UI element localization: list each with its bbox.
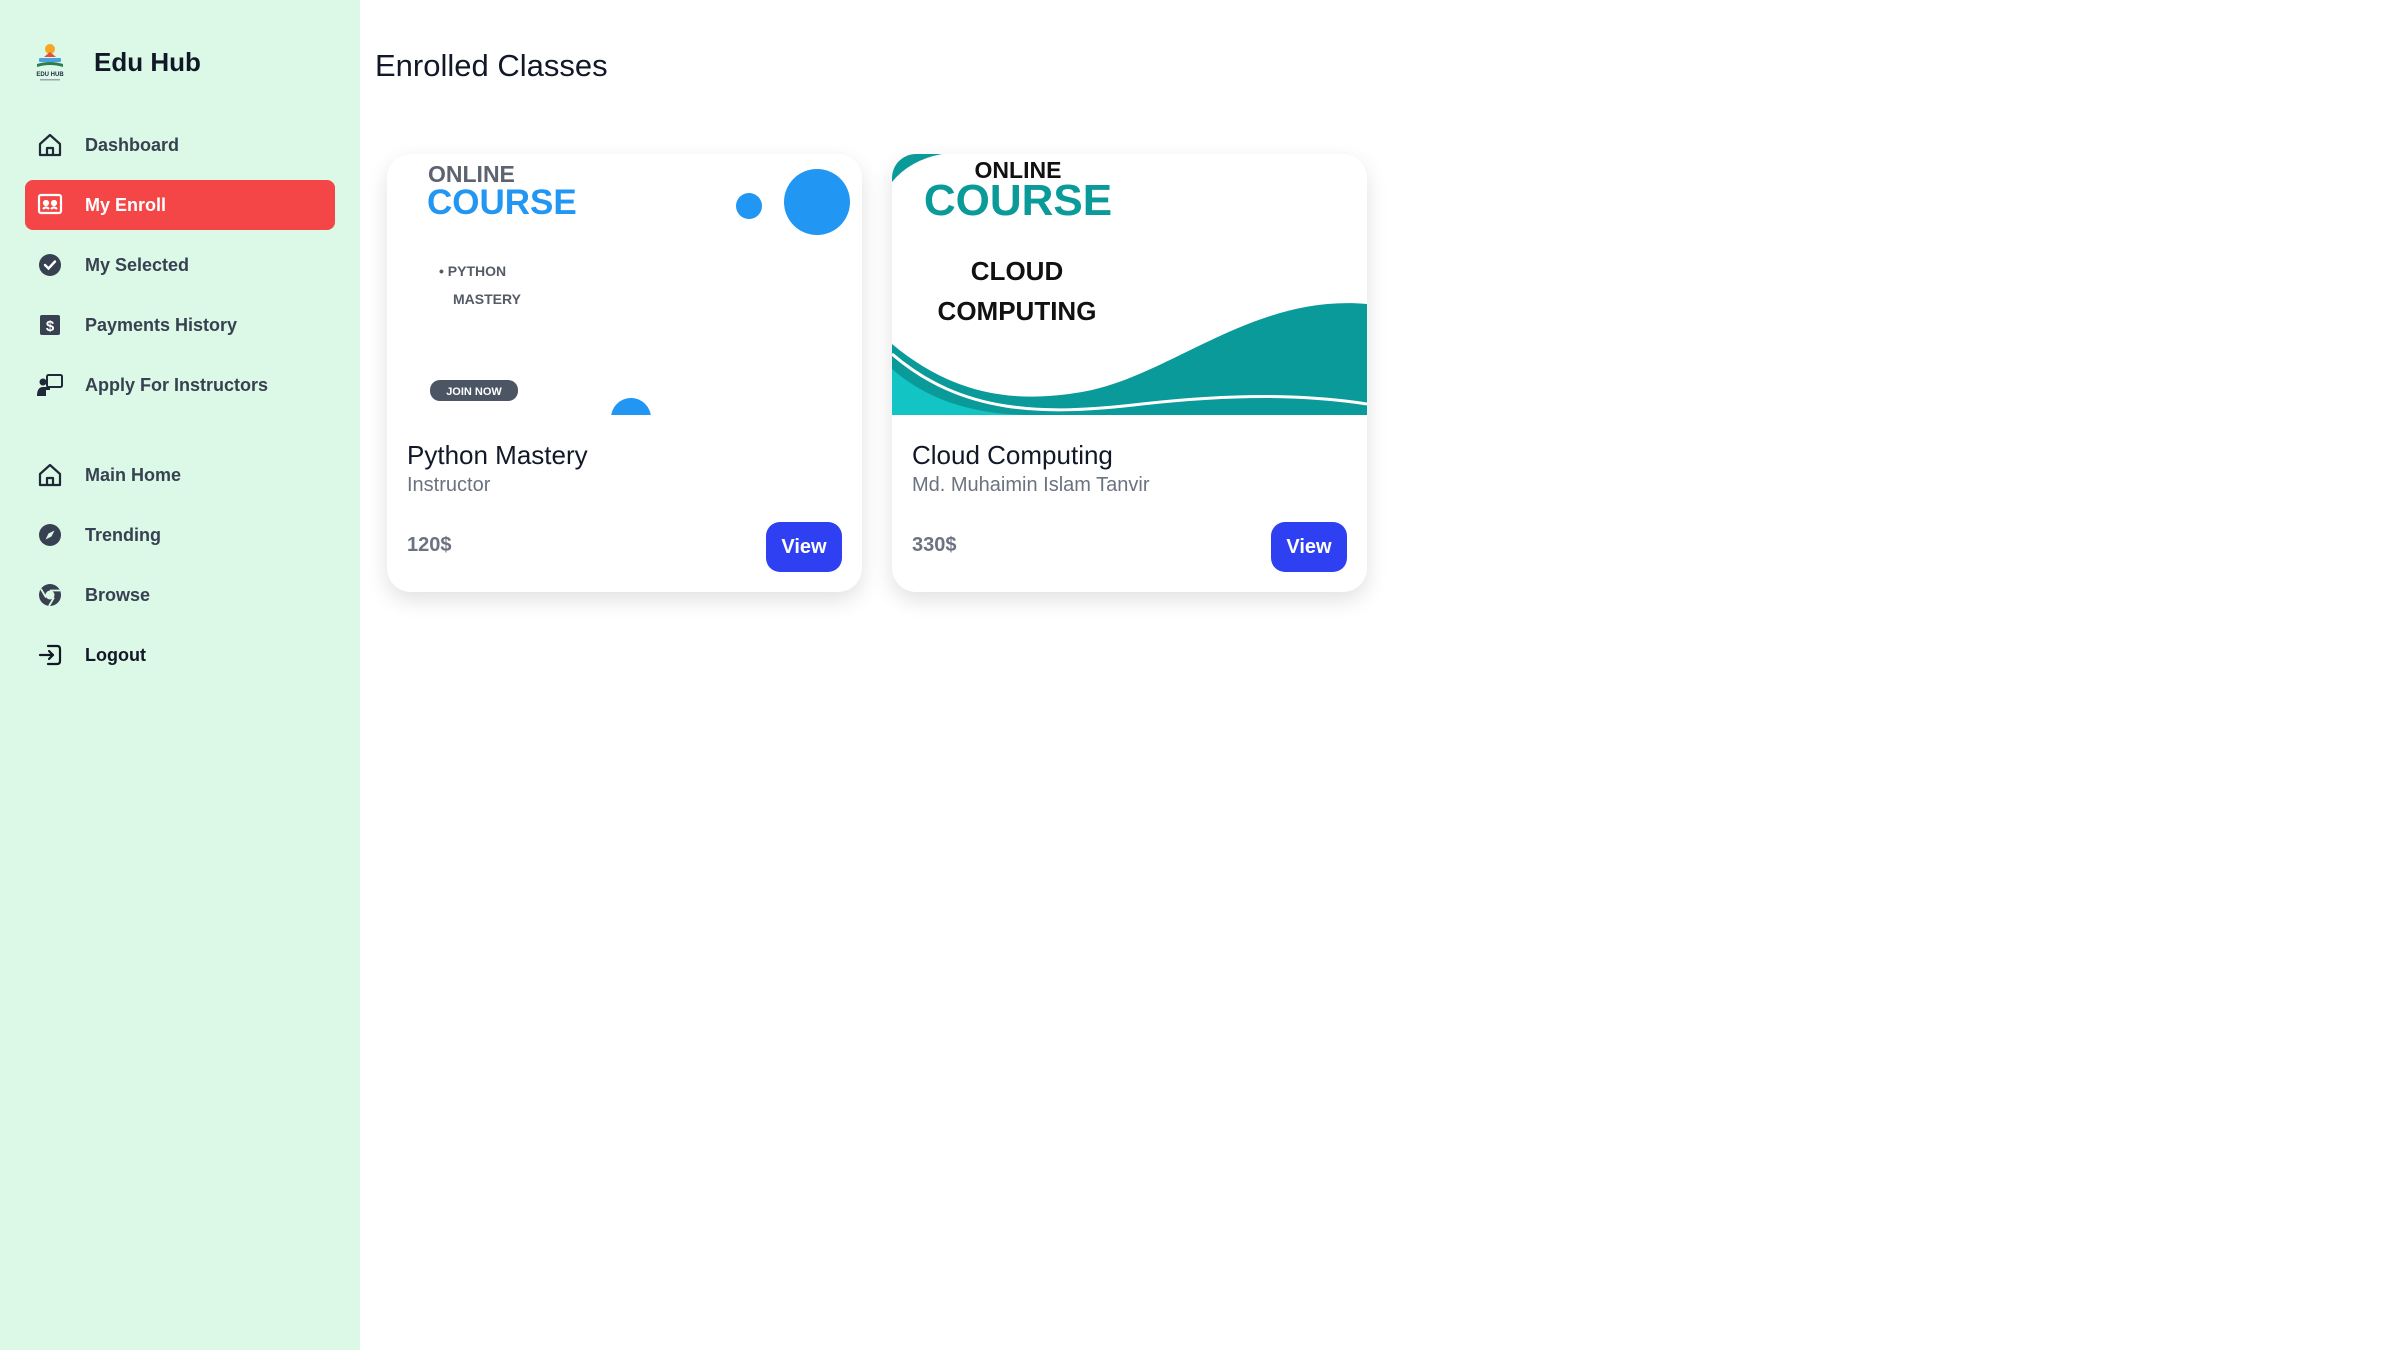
edu-hub-logo: EDU HUB	[36, 44, 64, 81]
compass-icon	[35, 520, 65, 550]
nav-label: My Selected	[85, 254, 190, 275]
primary-nav: Dashboard My Enroll My Selected $ Paymen…	[25, 120, 335, 420]
home-icon	[35, 460, 65, 490]
check-circle-icon	[35, 250, 65, 280]
course-instructor: Instructor	[407, 474, 491, 496]
svg-text:MASTERY: MASTERY	[453, 291, 522, 307]
view-button[interactable]: View	[766, 522, 842, 572]
nav-label: Dashboard	[85, 134, 180, 155]
svg-text:• PYTHON: • PYTHON	[439, 263, 506, 279]
nav-item-browse[interactable]: Browse	[25, 570, 335, 620]
presenter-icon	[35, 370, 65, 400]
dollar-icon: $	[35, 310, 65, 340]
course-title: Cloud Computing	[912, 440, 1113, 470]
course-instructor: Md. Muhaimin Islam Tanvir	[912, 474, 1150, 496]
view-button[interactable]: View	[1271, 522, 1347, 572]
svg-text:JOIN NOW: JOIN NOW	[446, 386, 502, 398]
course-title: Python Mastery	[407, 440, 588, 470]
chrome-icon	[35, 580, 65, 610]
svg-text:COURSE: COURSE	[427, 183, 577, 222]
sidebar: EDU HUB Edu Hub Dashboard My Enroll My S…	[0, 0, 360, 1350]
nav-label: Apply For Instructors	[85, 374, 269, 395]
enroll-icon	[35, 190, 65, 220]
course-price: 120$	[407, 534, 452, 556]
nav-label: Browse	[85, 584, 151, 605]
nav-item-trending[interactable]: Trending	[25, 510, 335, 560]
brand[interactable]: EDU HUB Edu Hub	[30, 40, 201, 84]
svg-text:$: $	[46, 318, 55, 335]
secondary-nav: Main Home Trending Browse Logout	[25, 450, 335, 690]
course-card: ONLINE COURSE CLOUD COMPUTING Cloud Comp…	[892, 154, 1367, 592]
home-icon	[35, 130, 65, 160]
course-thumbnail: ONLINE COURSE • PYTHON MASTERY JOIN NOW	[387, 154, 862, 415]
nav-item-my-selected[interactable]: My Selected	[25, 240, 335, 290]
nav-label: Main Home	[85, 464, 182, 485]
svg-text:COMPUTING: COMPUTING	[938, 296, 1097, 326]
nav-item-main-home[interactable]: Main Home	[25, 450, 335, 500]
nav-item-logout[interactable]: Logout	[25, 630, 335, 680]
brand-name: Edu Hub	[94, 46, 201, 77]
svg-text:COURSE: COURSE	[924, 176, 1112, 225]
nav-item-dashboard[interactable]: Dashboard	[25, 120, 335, 170]
main-content: Enrolled Classes ONLINE COURSE • PYTHON …	[375, 0, 2400, 1350]
nav-label: Payments History	[85, 314, 238, 335]
nav-item-apply-for-instructors[interactable]: Apply For Instructors	[25, 360, 335, 410]
nav-label: Logout	[85, 644, 146, 665]
course-card: ONLINE COURSE • PYTHON MASTERY JOIN NOW …	[387, 154, 862, 592]
svg-text:EDU HUB: EDU HUB	[36, 72, 64, 78]
cloud-course-image: ONLINE COURSE CLOUD COMPUTING	[892, 154, 1367, 415]
python-course-image: ONLINE COURSE • PYTHON MASTERY JOIN NOW	[387, 154, 862, 415]
page-title: Enrolled Classes	[375, 48, 608, 83]
nav-item-my-enroll[interactable]: My Enroll	[25, 180, 335, 230]
nav-label: Trending	[85, 524, 161, 545]
course-price: 330$	[912, 534, 957, 556]
course-thumbnail: ONLINE COURSE CLOUD COMPUTING	[892, 154, 1367, 415]
logout-icon	[35, 640, 65, 670]
nav-item-payments-history[interactable]: $ Payments History	[25, 300, 335, 350]
nav-label: My Enroll	[85, 194, 167, 215]
svg-text:CLOUD: CLOUD	[971, 256, 1063, 286]
